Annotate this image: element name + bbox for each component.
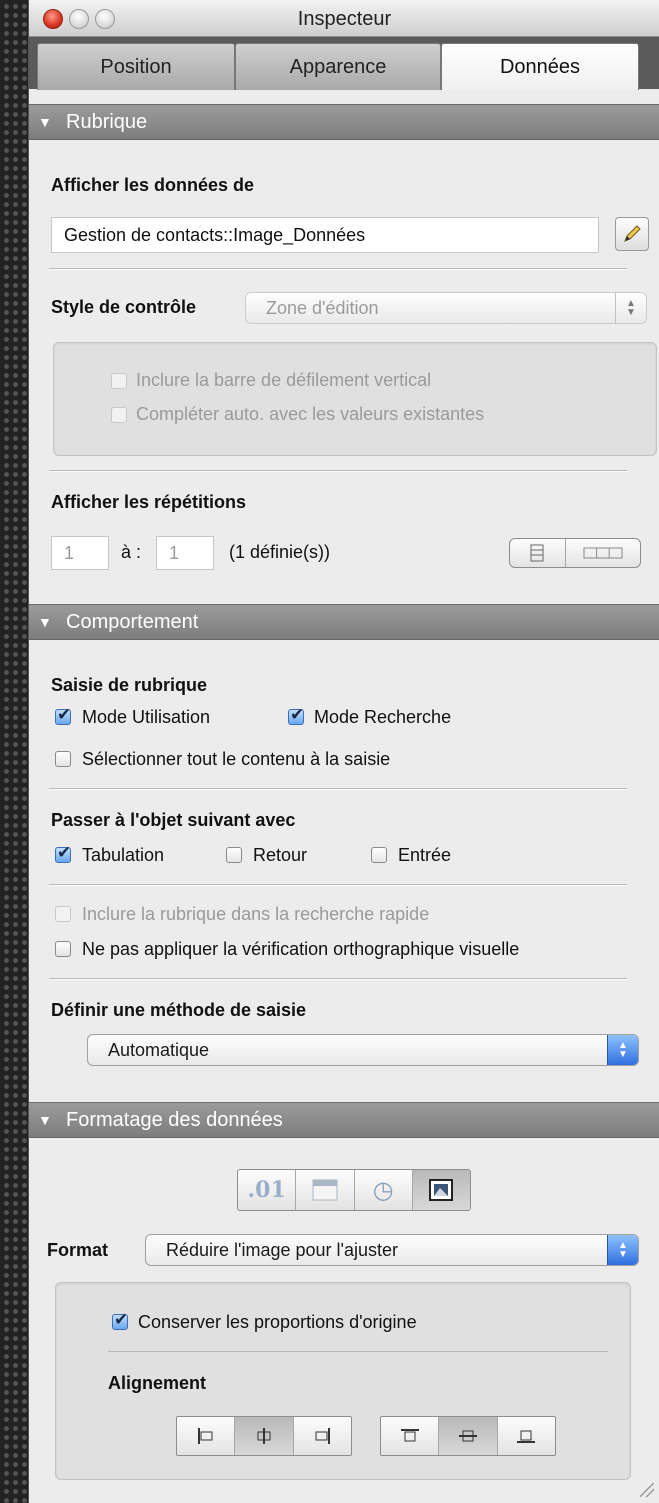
section-title: Rubrique xyxy=(66,111,148,133)
alignment-label: Alignement xyxy=(108,1373,207,1393)
browse-mode-label: Mode Utilisation xyxy=(82,707,211,727)
keep-proportions-checkbox[interactable] xyxy=(112,1310,128,1330)
edit-field-button[interactable] xyxy=(615,217,649,251)
select-arrows-icon: ▲ ▼ xyxy=(615,293,646,323)
quick-find-label: Inclure la rubrique dans la recherche ra… xyxy=(82,904,430,924)
select-all-checkbox[interactable] xyxy=(55,751,71,767)
display-data-label: Afficher les données de xyxy=(51,175,255,195)
horizontal-orientation-icon[interactable] xyxy=(566,539,640,567)
tab-key-checkbox[interactable] xyxy=(55,843,71,863)
autocomplete-checkbox[interactable] xyxy=(111,407,127,423)
divider xyxy=(49,470,627,472)
vertical-scrollbar-label: Inclure la barre de défilement vertical xyxy=(136,370,432,390)
disclosure-triangle-icon[interactable]: ▼ xyxy=(38,1103,52,1137)
date-format-icon[interactable] xyxy=(296,1170,355,1210)
control-style-value: Zone d'édition xyxy=(266,298,379,318)
return-key-label: Retour xyxy=(253,845,308,865)
repetitions-label: Afficher les répétitions xyxy=(51,492,247,512)
inspector-window: Inspecteur Position Apparence Données ▼ … xyxy=(28,0,659,1503)
autocomplete-label: Compléter auto. avec les valeurs existan… xyxy=(136,404,485,424)
graphic-format-value: Réduire l'image pour l'ajuster xyxy=(166,1240,398,1260)
repetition-to-label: à : xyxy=(121,542,142,562)
browse-mode-checkbox[interactable] xyxy=(55,705,71,725)
pencil-icon xyxy=(624,225,641,242)
align-top-icon[interactable] xyxy=(381,1417,440,1455)
go-to-next-label: Passer à l'objet suivant avec xyxy=(51,810,296,830)
graphic-format-select[interactable]: Réduire l'image pour l'ajuster ▲ ▼ xyxy=(145,1234,639,1266)
field-entry-label: Saisie de rubrique xyxy=(51,675,208,695)
find-mode-label: Mode Recherche xyxy=(314,707,452,727)
control-style-label: Style de contrôle xyxy=(51,297,197,317)
field-name-input[interactable]: Gestion de contacts::Image_Données xyxy=(51,217,599,253)
tab-position[interactable]: Position xyxy=(37,43,235,90)
keep-proportions-label: Conserver les proportions d'origine xyxy=(138,1312,417,1332)
tab-apparence[interactable]: Apparence xyxy=(235,43,441,90)
select-arrows-icon: ▲ ▼ xyxy=(607,1035,638,1065)
quick-find-checkbox[interactable] xyxy=(55,906,71,922)
select-all-label: Sélectionner tout le contenu à la saisie xyxy=(82,749,391,769)
vertical-scrollbar-checkbox[interactable] xyxy=(111,373,127,389)
divider xyxy=(49,788,627,790)
section-title: Formatage des données xyxy=(66,1109,283,1131)
input-method-value: Automatique xyxy=(108,1040,210,1060)
align-bottom-icon[interactable] xyxy=(498,1417,555,1455)
section-header-formatage[interactable]: ▼ Formatage des données xyxy=(29,1102,659,1138)
align-middle-icon[interactable] xyxy=(439,1417,498,1455)
section-header-rubrique[interactable]: ▼ Rubrique xyxy=(29,104,659,140)
tab-bar: Position Apparence Données xyxy=(29,37,659,90)
align-right-icon[interactable] xyxy=(294,1417,351,1455)
disclosure-triangle-icon[interactable]: ▼ xyxy=(38,605,52,639)
title-bar[interactable]: Inspecteur xyxy=(29,0,659,37)
select-arrows-icon: ▲ ▼ xyxy=(607,1235,638,1265)
section-title: Comportement xyxy=(66,611,199,633)
repetitions-defined-label: (1 définie(s)) xyxy=(229,542,331,562)
spellcheck-label: Ne pas appliquer la vérification orthogr… xyxy=(82,939,520,959)
return-key-checkbox[interactable] xyxy=(226,847,242,863)
vertical-orientation-icon[interactable] xyxy=(510,539,566,567)
disclosure-triangle-icon[interactable]: ▼ xyxy=(38,105,52,139)
input-method-select[interactable]: Automatique ▲ ▼ xyxy=(87,1034,639,1066)
repetition-from-input[interactable]: 1 xyxy=(51,536,109,570)
section-header-comportement[interactable]: ▼ Comportement xyxy=(29,604,659,640)
number-format-icon[interactable]: .01 xyxy=(238,1170,297,1210)
time-format-icon[interactable]: ◷ xyxy=(355,1170,413,1210)
window-title: Inspecteur xyxy=(297,8,392,30)
format-label: Format xyxy=(47,1240,109,1260)
align-left-icon[interactable] xyxy=(177,1417,236,1455)
repetition-to-input[interactable]: 1 xyxy=(156,536,214,570)
resize-grip-icon[interactable] xyxy=(640,1483,654,1497)
repetition-orientation-control[interactable] xyxy=(509,538,641,568)
tab-donnees[interactable]: Données xyxy=(441,43,639,90)
input-method-label: Définir une méthode de saisie xyxy=(51,1000,307,1020)
format-type-control[interactable]: .01 ◷ xyxy=(237,1169,471,1211)
divider xyxy=(49,884,627,886)
tab-key-label: Tabulation xyxy=(82,845,165,865)
graphic-options-box: Conserver les proportions d'origine Alig… xyxy=(55,1282,631,1480)
enter-key-label: Entrée xyxy=(398,845,452,865)
divider xyxy=(49,978,627,980)
align-center-icon[interactable] xyxy=(235,1417,294,1455)
spellcheck-checkbox[interactable] xyxy=(55,941,71,957)
enter-key-checkbox[interactable] xyxy=(371,847,387,863)
graphic-format-icon[interactable] xyxy=(412,1170,470,1210)
divider xyxy=(49,268,627,270)
find-mode-checkbox[interactable] xyxy=(288,705,304,725)
horizontal-alignment-control[interactable] xyxy=(176,1416,352,1456)
control-options-box: Inclure la barre de défilement vertical … xyxy=(53,342,657,456)
control-style-select[interactable]: Zone d'édition ▲ ▼ xyxy=(245,292,647,324)
divider xyxy=(108,1351,608,1352)
vertical-alignment-control[interactable] xyxy=(380,1416,556,1456)
desktop-edge xyxy=(0,0,30,1503)
